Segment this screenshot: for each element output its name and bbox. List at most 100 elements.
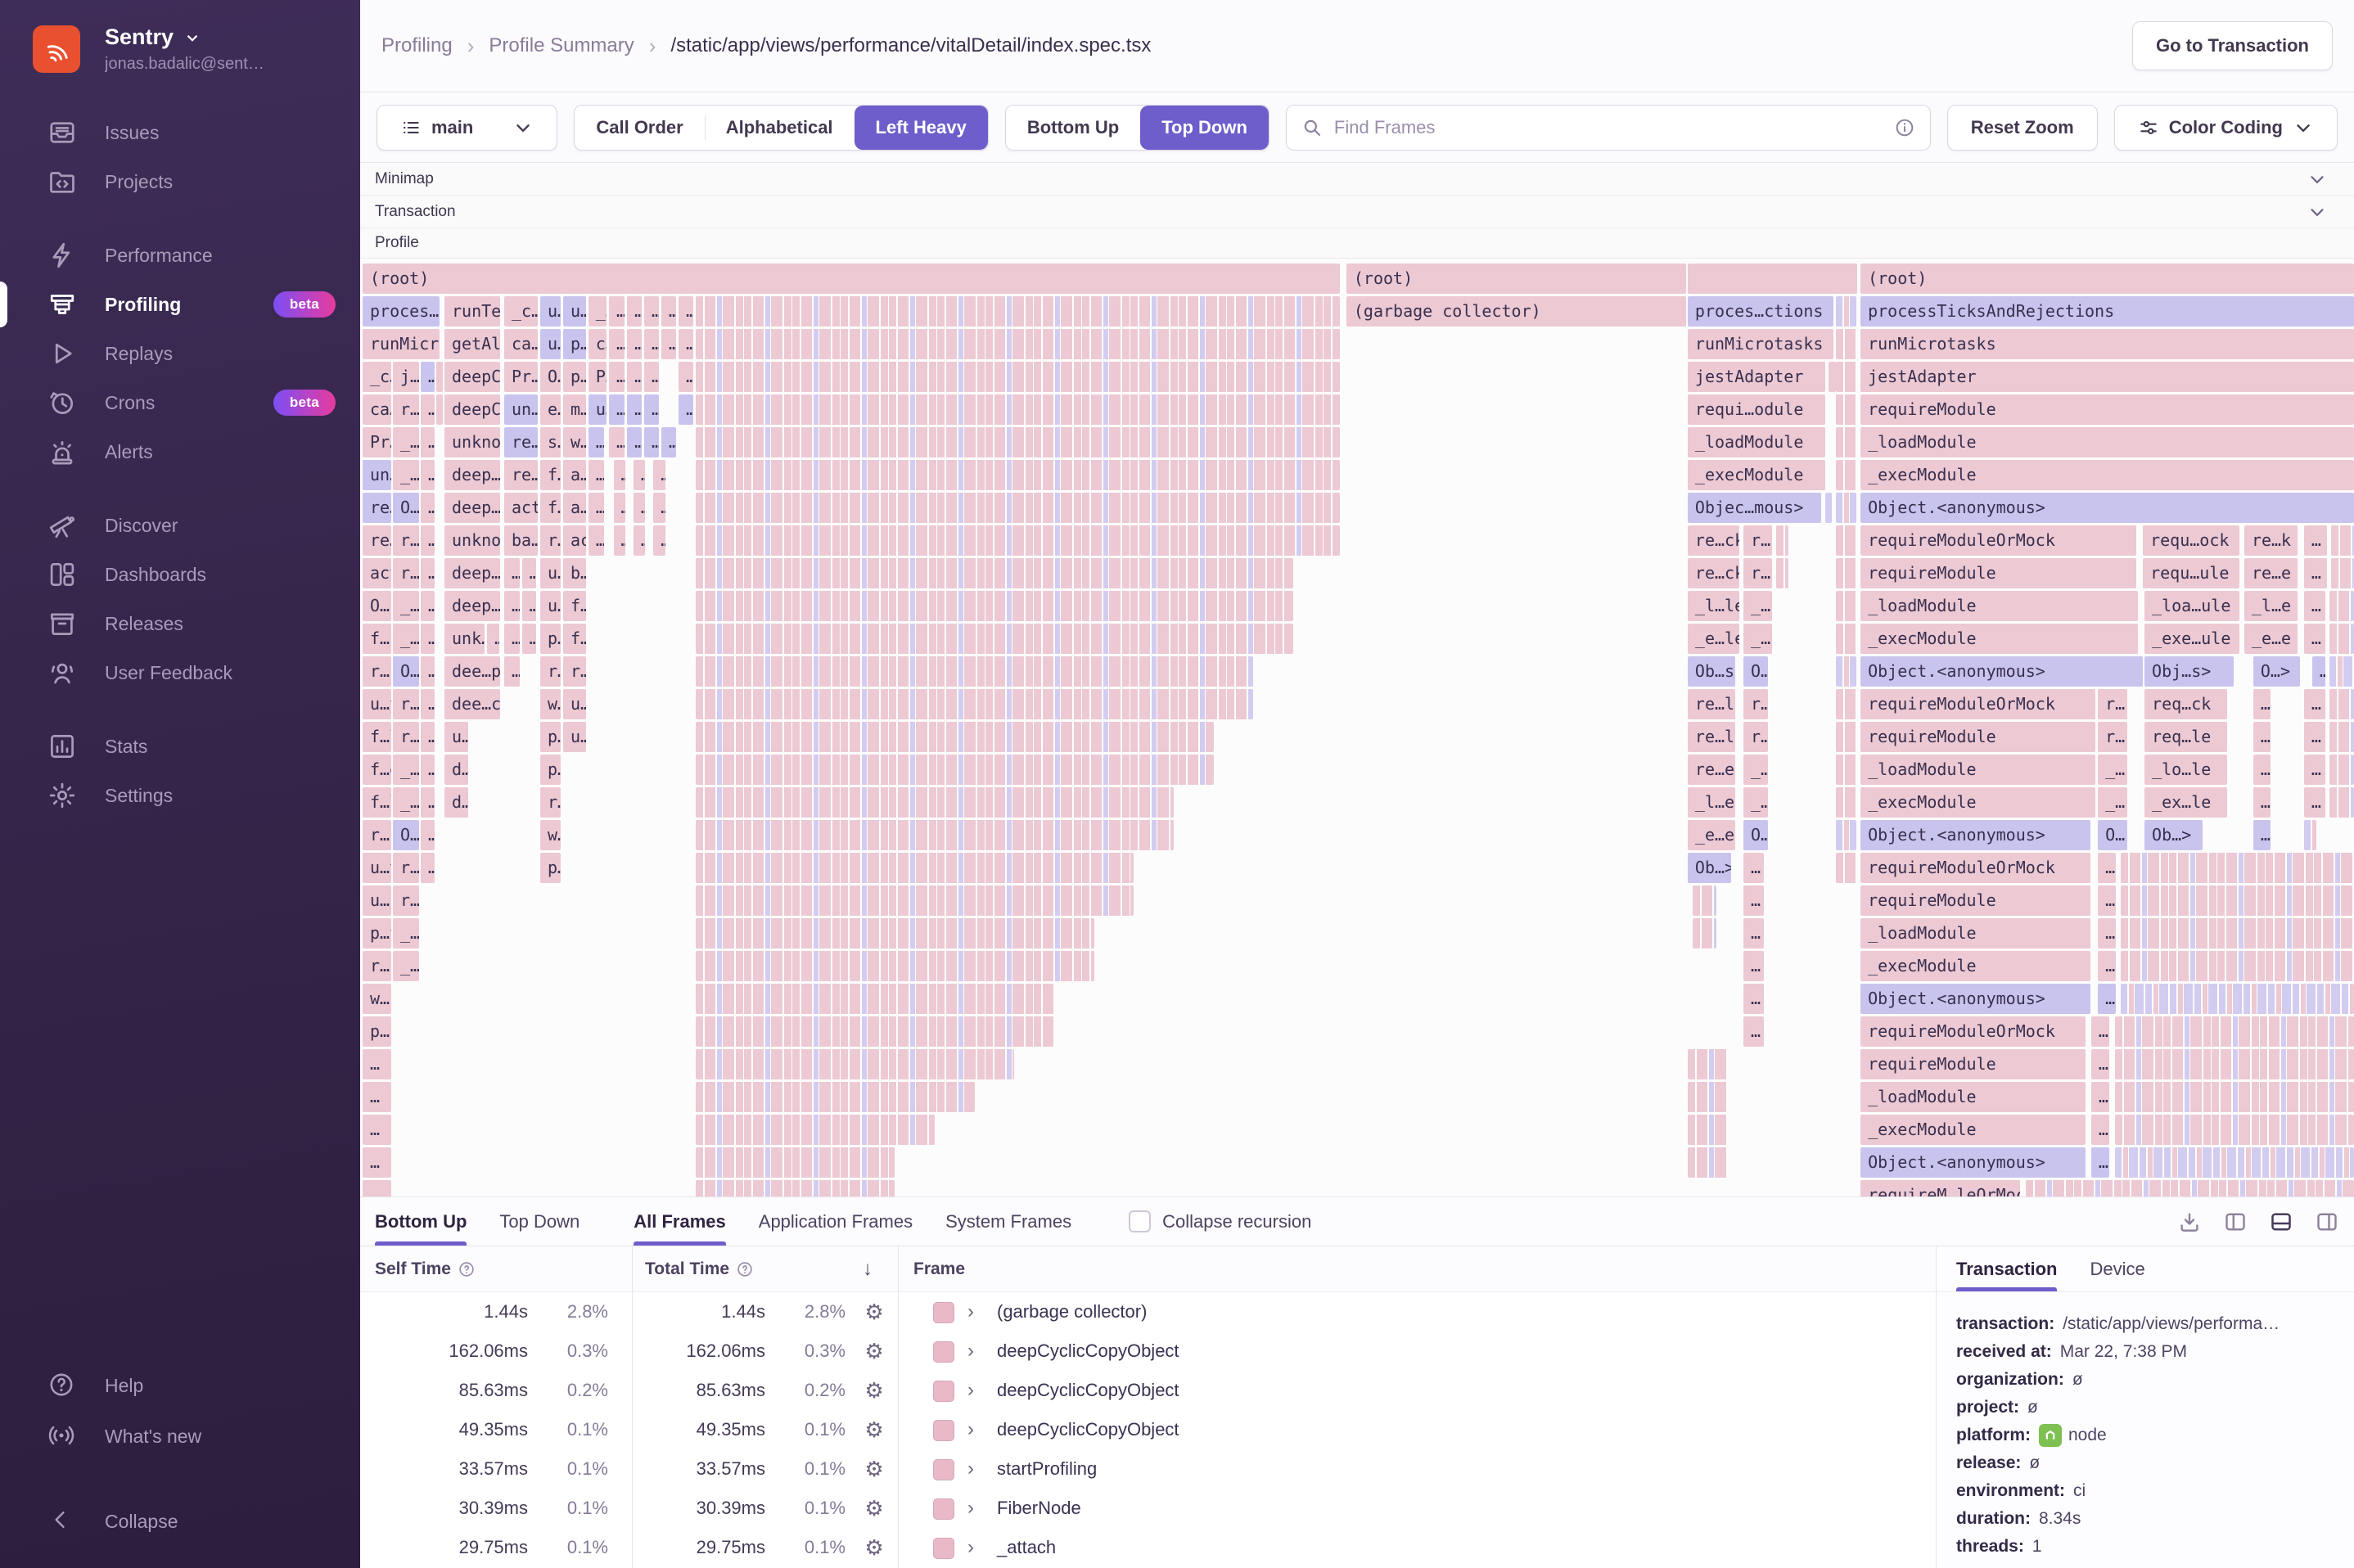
flame-frame[interactable]: … [421,624,435,654]
flame-frame[interactable]: p… [540,853,561,883]
flame-frame[interactable]: _…e [392,460,420,490]
flame-frame[interactable]: deepC…Copy [444,362,501,392]
tab-system-frames[interactable]: System Frames [945,1197,1071,1246]
flame-frame[interactable]: … [2098,918,2116,948]
flame-frame[interactable] [696,1016,1054,1047]
flame-frame[interactable]: _e…e [2244,624,2298,654]
flame-frame[interactable]: r…1 [363,820,392,850]
flame-frame[interactable]: … [2311,656,2325,687]
flame-frame[interactable] [1836,591,1856,621]
flame-frame[interactable]: … [421,460,435,490]
flame-frame[interactable]: req…ck [2144,689,2228,719]
flame-frame[interactable]: w… [540,820,561,850]
sidebar-item-alerts[interactable]: Alerts [0,427,360,476]
flame-frame[interactable]: requ…ule [2143,558,2240,588]
flame-frame[interactable]: Object.<anonymous> [1860,984,2091,1014]
flame-frame[interactable]: _l…e [1687,787,1735,818]
flame-frame[interactable] [2329,624,2354,654]
flame-frame[interactable]: p… [363,1016,392,1047]
flame-frame[interactable]: … [644,394,660,425]
flame-frame[interactable]: … [633,525,646,556]
flame-frame[interactable]: _execModule [1860,1115,2086,1145]
flame-frame[interactable]: j…r [392,362,420,392]
flame-frame[interactable] [2115,1115,2354,1145]
flame-frame[interactable]: … [421,427,435,457]
flame-frame[interactable]: … [613,525,626,556]
flame-frame[interactable] [2329,722,2354,752]
panel-tab-transaction[interactable]: Transaction [1956,1259,2058,1291]
flame-frame[interactable] [696,656,1254,687]
flame-frame[interactable]: … [503,558,521,588]
flame-frame[interactable]: … [588,525,604,556]
flame-frame[interactable]: r…1 [540,525,561,556]
column-divider[interactable] [632,1246,633,1568]
expand-chevron-icon[interactable]: › [967,1410,984,1449]
sidebar-item-issues[interactable]: Issues [0,108,360,157]
sidebar-item-replays[interactable]: Replays [0,329,360,378]
flame-frame[interactable]: c… [588,329,607,359]
flame-frame[interactable]: … [2098,984,2116,1014]
flame-frame[interactable]: m…d [563,394,586,425]
flame-frame[interactable]: _execModule [1687,460,1826,490]
frame-column-header[interactable]: Frame [913,1246,965,1292]
flame-frame[interactable]: _… [1743,755,1768,785]
flame-frame[interactable] [2331,525,2354,556]
flame-frame[interactable]: Pr…ed [503,362,539,392]
flame-frame[interactable]: unknown [444,427,501,457]
flame-frame[interactable]: … [421,493,435,523]
flame-frame[interactable]: e…e [540,394,561,425]
flame-frame[interactable]: O…e [540,362,561,392]
panel-tab-device[interactable]: Device [2090,1259,2144,1291]
flame-frame[interactable]: Object.<anonymous> [1860,820,2091,850]
flame-frame[interactable] [1693,885,1717,916]
flame-frame[interactable]: a…t [563,493,586,523]
flame-frame[interactable]: … [588,460,604,490]
sidebar-item-profiling[interactable]: Profiling beta [0,280,360,329]
flame-frame[interactable]: … [363,1147,392,1178]
flame-frame[interactable]: re…ck [1687,525,1739,556]
flame-frame[interactable]: f…e [563,591,586,621]
flame-frame[interactable] [696,329,1341,359]
flame-frame[interactable]: r… [392,853,420,883]
flame-frame[interactable]: … [588,493,604,523]
flame-frame[interactable]: runMicrotasks [1687,329,1833,359]
flame-frame[interactable]: _exe…ule [2144,624,2240,654]
flame-frame[interactable]: … [2253,689,2271,719]
flame-frame[interactable]: … [363,1115,392,1145]
flame-frame[interactable]: … [2303,787,2325,818]
flame-frame[interactable]: deep…ject [444,493,501,523]
flame-frame[interactable]: u…e [540,329,561,359]
flame-frame[interactable]: (root) [1860,264,2354,294]
flame-frame[interactable]: _… [2098,755,2127,785]
flame-frame[interactable]: f…l [363,787,392,818]
flame-frame[interactable]: jestAdapter [1860,362,2354,392]
flame-frame[interactable]: … [1743,885,1765,916]
flame-frame[interactable] [2115,1016,2354,1047]
flame-frame[interactable]: re…e [1687,755,1735,785]
flame-frame[interactable]: b…1 [563,558,586,588]
flame-frame[interactable]: dee…ct [444,689,501,719]
flame-frame[interactable]: r…1 [363,656,392,687]
tab-bottom-up[interactable]: Bottom Up [375,1197,467,1246]
flame-frame[interactable]: _… [2098,787,2127,818]
flame-frame[interactable] [696,362,1341,392]
flame-frame[interactable]: … [421,394,435,425]
flame-frame[interactable]: … [421,755,435,785]
table-row[interactable]: 49.35ms 0.1% 49.35ms 0.1% ⚙ › deepCyclicCopyOb… [360,1410,1936,1449]
flame-frame[interactable]: p…t [540,624,561,654]
flame-frame[interactable]: _…e [392,427,420,457]
flame-frame[interactable]: re…r [363,525,392,556]
flame-frame[interactable] [696,755,1214,785]
flame-frame[interactable]: getAl…Copy [444,329,501,359]
flame-frame[interactable] [1836,525,1856,556]
flame-frame[interactable] [696,493,1341,523]
frame-settings-gear-icon[interactable]: ⚙ [858,1489,891,1528]
flame-frame[interactable]: _loadModule [1860,918,2091,948]
flame-frame[interactable] [1836,362,1856,392]
table-row[interactable]: 33.57ms 0.1% 33.57ms 0.1% ⚙ › startProfiling [360,1449,1936,1489]
flame-frame[interactable]: … [1743,951,1765,981]
flame-frame[interactable]: _loadModule [1860,427,2354,457]
flame-frame[interactable] [1836,820,1856,850]
flame-frame[interactable]: Ob…s> [1687,656,1735,687]
flame-frame[interactable] [696,787,1174,818]
